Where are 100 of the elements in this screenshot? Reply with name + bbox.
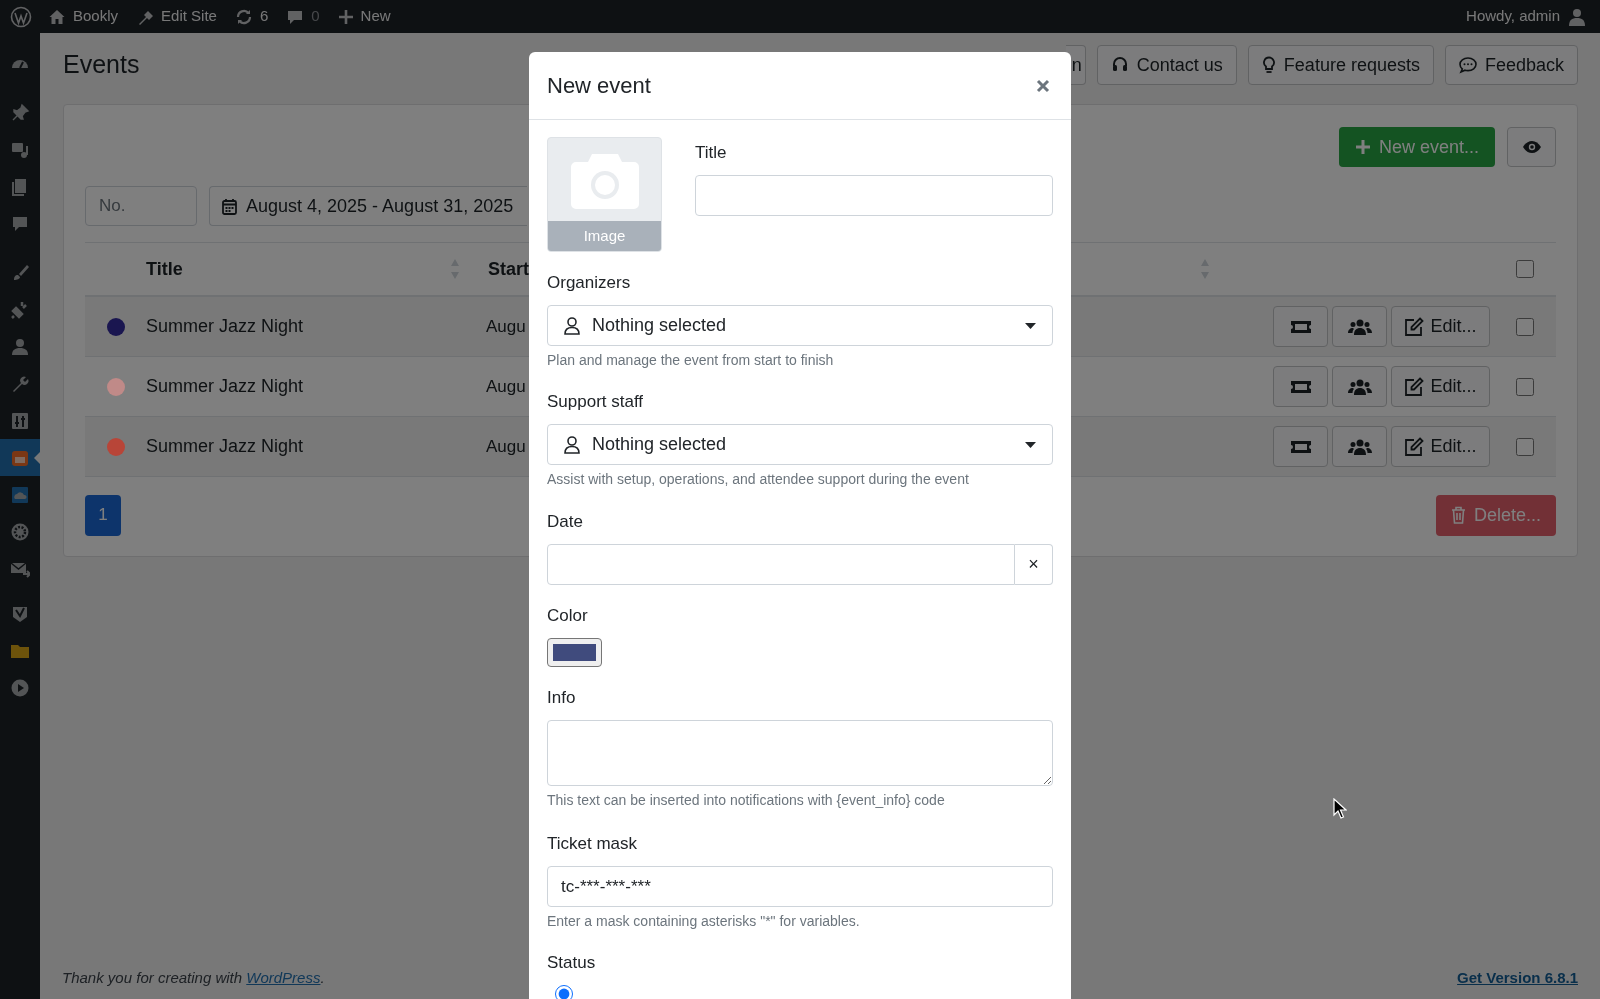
user-icon xyxy=(10,336,30,357)
users-icon xyxy=(1347,438,1372,455)
users-icon xyxy=(1347,318,1372,335)
table-cell-text: Summer Jazz Night xyxy=(146,315,305,338)
title-field[interactable] xyxy=(695,174,1053,216)
field-label: Title xyxy=(695,142,728,164)
user-icon xyxy=(1568,7,1586,26)
field-label: Ticket mask xyxy=(547,834,639,854)
row-checkbox[interactable] xyxy=(1516,437,1534,456)
ticket-icon xyxy=(1289,379,1312,394)
header-button[interactable]: Feedback xyxy=(1444,45,1578,85)
field-label: Date xyxy=(547,512,584,532)
field-label: Color xyxy=(547,606,589,626)
table-cell-text: Summer Jazz Night xyxy=(146,375,305,398)
edit-icon xyxy=(1404,376,1425,397)
footer-text: Thank you for creating with WordPress. xyxy=(62,967,325,988)
plug-icon xyxy=(10,299,30,320)
help-text: Plan and manage the event from start to finish xyxy=(547,352,835,369)
number-field[interactable]: No. xyxy=(85,186,197,226)
caret-icon xyxy=(1025,441,1036,448)
help-text: Assist with setup, operations, and attendee support during the event xyxy=(547,471,970,488)
column-header[interactable]: Title xyxy=(146,255,183,283)
play-icon xyxy=(10,677,30,698)
attendees-button[interactable] xyxy=(1332,306,1387,347)
calendar-icon xyxy=(222,197,237,215)
ticket-icon xyxy=(1289,439,1312,454)
ticket-icon xyxy=(1289,319,1312,334)
home-icon xyxy=(48,7,66,26)
help-text: This text can be inserted into notifications with {event_info} code xyxy=(547,792,946,809)
tickets-button[interactable] xyxy=(1273,426,1328,467)
edit-icon xyxy=(1404,316,1425,337)
table-cell-text: Augu xyxy=(486,315,526,338)
ticket-mask-field[interactable]: tc-***-***-*** xyxy=(547,866,1053,907)
version-link[interactable]: Get Version 6.8.1 xyxy=(1457,966,1578,989)
refresh-icon xyxy=(234,7,253,26)
field-label: Organizers xyxy=(547,273,632,293)
help-text: Enter a mask containing asterisks "*" for variables. xyxy=(547,913,861,930)
preview-button[interactable] xyxy=(1507,127,1556,167)
date-range-picker[interactable]: August 4, 2025 - August 31, 2025 xyxy=(209,186,527,226)
page-title: Events xyxy=(63,49,140,81)
field-label: Info xyxy=(547,688,577,708)
header-button[interactable]: Feature requests xyxy=(1247,45,1434,85)
pin-icon xyxy=(10,102,30,123)
cloud-icon xyxy=(10,484,30,505)
row-checkbox[interactable] xyxy=(1516,377,1534,396)
edit-button[interactable]: Edit... xyxy=(1391,366,1490,407)
close-button[interactable] xyxy=(1035,77,1051,94)
headset-icon xyxy=(1110,56,1129,74)
eye-icon xyxy=(1521,140,1542,154)
trash-icon xyxy=(1450,506,1466,524)
sidebar-item[interactable] xyxy=(0,439,40,476)
updates-link[interactable]: 6 xyxy=(234,5,269,28)
field-label: Status xyxy=(547,953,597,973)
users-icon xyxy=(1347,378,1372,395)
clear-date-button[interactable]: × xyxy=(1015,544,1053,585)
edit-button[interactable]: Edit... xyxy=(1391,306,1490,347)
field-label: Support staff xyxy=(547,392,645,412)
header-button[interactable]: Contact us xyxy=(1096,45,1237,85)
tickets-button[interactable] xyxy=(1273,366,1328,407)
wordpress-logo-icon[interactable] xyxy=(10,5,32,28)
page-button[interactable]: 1 xyxy=(85,494,121,536)
gear-icon xyxy=(10,521,30,542)
tickets-button[interactable] xyxy=(1273,306,1328,347)
table-cell-text: Summer Jazz Night xyxy=(146,435,305,458)
modal-title: New event xyxy=(547,72,651,100)
image-label: Image xyxy=(548,221,661,251)
support-staff-select[interactable]: Nothing selected xyxy=(547,424,1053,465)
date-field[interactable] xyxy=(547,544,1015,585)
caret-icon xyxy=(1025,322,1036,329)
user-icon xyxy=(564,435,580,454)
attendees-button[interactable] xyxy=(1332,426,1387,467)
close-icon xyxy=(1036,78,1050,93)
plus-icon xyxy=(1354,139,1371,155)
row-checkbox[interactable] xyxy=(1516,317,1534,336)
info-field[interactable] xyxy=(547,720,1053,786)
chat-icon xyxy=(1458,56,1477,74)
site-link[interactable]: Bookly xyxy=(48,5,119,28)
lightbulb-icon xyxy=(1261,56,1276,74)
table-cell-text: Augu xyxy=(486,435,526,458)
user-icon xyxy=(564,316,580,335)
edit-icon xyxy=(1404,436,1425,457)
sort-icon xyxy=(1200,258,1210,280)
table-cell-text: Augu xyxy=(486,375,526,398)
organizers-select[interactable]: Nothing selected xyxy=(547,305,1053,346)
radio-button[interactable] xyxy=(555,985,573,999)
account-menu[interactable]: Howdy, admin xyxy=(1466,5,1586,28)
edit-button[interactable]: Edit... xyxy=(1391,426,1490,467)
color-picker[interactable] xyxy=(547,638,602,667)
plus-icon xyxy=(337,8,354,25)
sliders-icon xyxy=(10,410,30,431)
delete-button[interactable]: Delete... xyxy=(1435,494,1556,536)
new-link[interactable]: New xyxy=(337,5,391,28)
pointer-icon xyxy=(1333,798,1347,819)
select-all-checkbox[interactable] xyxy=(1516,260,1534,278)
attendees-button[interactable] xyxy=(1332,366,1387,407)
column-header[interactable]: Start xyxy=(488,255,529,283)
sort-icon xyxy=(450,258,460,280)
menu-arrow-icon xyxy=(34,452,40,464)
new-event-button[interactable]: New event... xyxy=(1338,127,1495,167)
edit-site-link[interactable]: Edit Site xyxy=(136,5,217,28)
